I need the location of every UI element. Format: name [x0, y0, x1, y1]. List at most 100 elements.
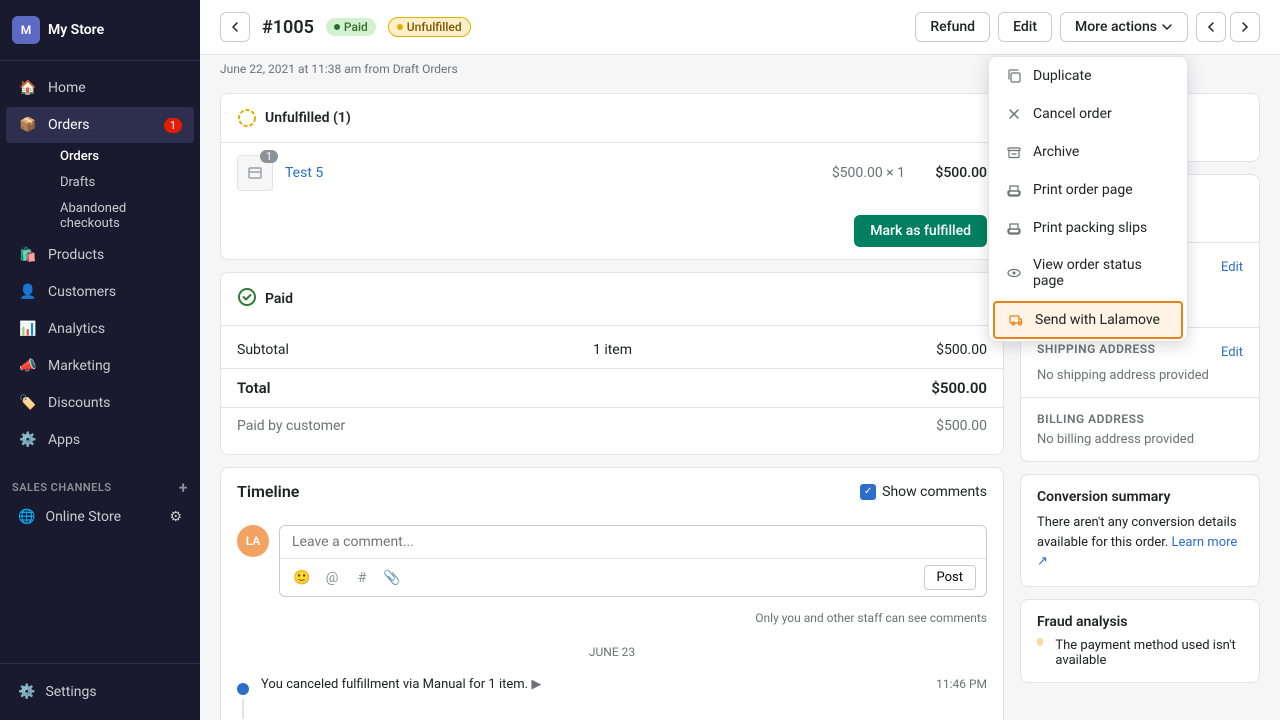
dropdown-print-packing[interactable]: Print packing slips	[989, 209, 1187, 247]
dropdown-cancel-order[interactable]: Cancel order	[989, 95, 1187, 133]
settings-icon: ⚙️	[18, 684, 35, 700]
more-actions-dropdown: Duplicate Cancel order Archive	[988, 56, 1188, 342]
show-comments-checkbox[interactable]: ✓	[860, 484, 876, 500]
timeline-event-time-1: 11:46 PM	[936, 677, 987, 691]
comment-input-wrapper: 🙂 @ # 📎 Post	[279, 525, 987, 597]
subnav-drafts[interactable]: Drafts	[48, 170, 194, 195]
show-comments-toggle[interactable]: ✓ Show comments	[860, 484, 987, 500]
dropdown-lalamove[interactable]: Send with Lalamove	[993, 301, 1183, 339]
next-order-button[interactable]	[1230, 12, 1260, 42]
mention-icon[interactable]: @	[320, 566, 344, 590]
print-icon	[1005, 181, 1023, 199]
settings-item[interactable]: ⚙️ Settings	[12, 676, 188, 708]
item-name[interactable]: Test 5	[285, 165, 820, 181]
dropdown-view-status[interactable]: View order status page	[989, 247, 1187, 299]
orders-icon: 📦	[18, 115, 38, 135]
nav-arrows	[1196, 12, 1260, 42]
paid-icon	[237, 287, 257, 311]
edit-button[interactable]: Edit	[998, 12, 1052, 42]
unfulfilled-dot	[397, 24, 403, 30]
unfulfilled-title: Unfulfilled (1)	[265, 110, 351, 126]
staff-note: Only you and other staff can see comment…	[221, 607, 1003, 635]
comment-toolbar: 🙂 @ # 📎 Post	[280, 558, 986, 596]
conversion-title: Conversion summary	[1037, 489, 1243, 505]
paid-by-row: Paid by customer $500.00	[221, 407, 1003, 440]
eye-icon	[1005, 264, 1023, 282]
total-row: Total $500.00	[221, 368, 1003, 403]
attachment-icon[interactable]: 📎	[380, 566, 404, 590]
payment-header: Paid	[221, 273, 1003, 326]
billing-title: BILLING ADDRESS	[1037, 412, 1243, 426]
show-comments-label: Show comments	[882, 484, 987, 500]
sidebar-nav: 🏠 Home 📦 Orders 1 Orders Drafts Abandone…	[0, 61, 200, 663]
sidebar-item-orders[interactable]: 📦 Orders 1	[6, 107, 194, 143]
sidebar-item-analytics[interactable]: 📊 Analytics	[6, 311, 194, 347]
store-icon: M	[12, 16, 40, 44]
emoji-icon[interactable]: 🙂	[290, 566, 314, 590]
mark-fulfilled-button[interactable]: Mark as fulfilled	[854, 215, 987, 247]
orders-badge: 1	[164, 118, 182, 133]
dropdown-archive[interactable]: Archive	[989, 133, 1187, 171]
refund-button[interactable]: Refund	[915, 12, 990, 42]
timeline-event-1: You canceled fulfillment via Manual for …	[237, 669, 987, 720]
sidebar-item-home[interactable]: 🏠 Home	[6, 70, 194, 106]
store-name[interactable]: M My Store	[12, 16, 188, 44]
order-number: #1005	[262, 17, 314, 38]
unfulfilled-footer: Mark as fulfilled	[221, 203, 1003, 259]
shipping-edit-link[interactable]: Edit	[1221, 345, 1243, 360]
comment-input-area: LA 🙂 @ # 📎 Post	[221, 515, 1003, 607]
add-channel-icon[interactable]: +	[179, 478, 188, 497]
conversion-card: Conversion summary There aren't any conv…	[1020, 474, 1260, 587]
sidebar-item-online-store[interactable]: 🌐 Online Store ⚙	[6, 502, 194, 532]
analytics-icon: 📊	[18, 319, 38, 339]
sidebar-item-apps[interactable]: ⚙️ Apps	[6, 422, 194, 458]
more-actions-wrapper: More actions Duplicate	[1060, 12, 1188, 42]
online-store-icon: 🌐	[18, 509, 35, 525]
orders-subnav: Orders Drafts Abandoned checkouts	[0, 144, 200, 236]
conversion-text: There aren't any conversion details avai…	[1037, 513, 1243, 572]
discounts-icon: 🏷️	[18, 393, 38, 413]
shipping-empty: No shipping address provided	[1037, 368, 1243, 383]
payment-card: Paid Subtotal 1 item $500.00 Total $500.…	[220, 272, 1004, 455]
billing-section: BILLING ADDRESS No billing address provi…	[1021, 398, 1259, 461]
expand-event-button[interactable]: ▶	[531, 677, 541, 692]
prev-order-button[interactable]	[1196, 12, 1226, 42]
contact-edit-link[interactable]: Edit	[1221, 260, 1243, 275]
paid-dot	[334, 24, 340, 30]
fraud-card: Fraud analysis The payment method used i…	[1020, 599, 1260, 683]
sidebar: M My Store 🏠 Home 📦 Orders 1 Orders Draf…	[0, 0, 200, 720]
x-icon	[1005, 105, 1023, 123]
unfulfilled-header: Unfulfilled (1)	[221, 94, 1003, 143]
item-price: $500.00 × 1	[832, 165, 905, 181]
sidebar-item-customers[interactable]: 👤 Customers	[6, 274, 194, 310]
sidebar-item-discounts[interactable]: 🏷️ Discounts	[6, 385, 194, 421]
back-button[interactable]	[220, 12, 250, 42]
hashtag-icon[interactable]: #	[350, 566, 374, 590]
order-date: June 22, 2021 at 11:38 am from Draft Ord…	[220, 62, 458, 76]
more-actions-button[interactable]: More actions	[1060, 12, 1188, 42]
dropdown-duplicate[interactable]: Duplicate	[989, 57, 1187, 95]
unfulfilled-card: Unfulfilled (1) 1 Test 5 $500.00 × 1 $50…	[220, 93, 1004, 260]
fraud-text: The payment method used isn't available	[1037, 638, 1243, 668]
archive-icon	[1005, 143, 1023, 161]
comment-input[interactable]	[280, 526, 986, 558]
timeline-event-text-1: You canceled fulfillment via Manual for …	[261, 677, 924, 692]
sidebar-item-marketing[interactable]: 📣 Marketing	[6, 348, 194, 384]
subnav-orders[interactable]: Orders	[48, 144, 194, 169]
dropdown-print-order[interactable]: Print order page	[989, 171, 1187, 209]
customers-icon: 👤	[18, 282, 38, 302]
billing-empty: No billing address provided	[1037, 432, 1243, 447]
payment-title: Paid	[265, 291, 293, 307]
fraud-section: Fraud analysis The payment method used i…	[1021, 600, 1259, 682]
page-header: #1005 Paid Unfulfilled Refund Edit More …	[200, 0, 1280, 55]
sales-channels-header: SALES CHANNELS +	[0, 470, 200, 501]
post-button[interactable]: Post	[924, 565, 977, 590]
item-qty-badge: 1	[260, 150, 278, 163]
subnav-abandoned[interactable]: Abandoned checkouts	[48, 196, 194, 236]
timeline-dot-1	[237, 683, 249, 695]
sidebar-item-products[interactable]: 🛍️ Products	[6, 237, 194, 273]
online-store-settings-icon[interactable]: ⚙	[169, 509, 182, 525]
unfulfilled-icon	[237, 108, 257, 128]
products-icon: 🛍️	[18, 245, 38, 265]
timeline-header: Timeline ✓ Show comments	[221, 468, 1003, 515]
